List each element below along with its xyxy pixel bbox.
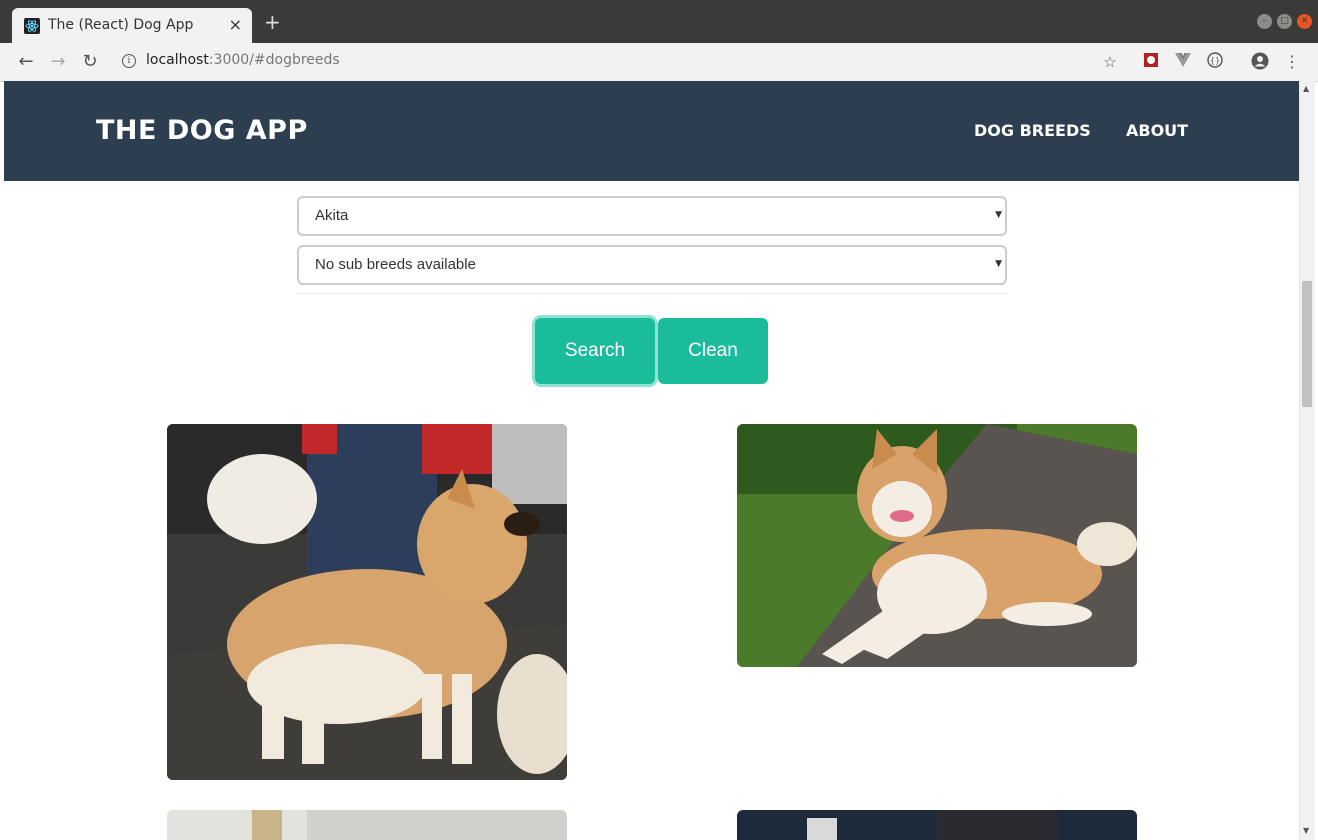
extension-icon[interactable] [1141, 52, 1161, 72]
react-icon [24, 18, 40, 34]
tab-close-icon[interactable]: × [229, 15, 242, 34]
site-info-icon[interactable]: i [122, 54, 136, 68]
new-tab-button[interactable]: + [264, 12, 281, 32]
scroll-up-arrow-icon[interactable]: ▲ [1303, 84, 1309, 93]
forward-arrow-icon[interactable]: → [47, 51, 69, 73]
app-header: THE DOG APP DOG BREEDS ABOUT [4, 81, 1299, 181]
browser-toolbar: ← → ↻ i localhost:3000/#dogbreeds ☆ {} ⋮ [0, 43, 1318, 82]
extension-circle-icon[interactable]: {} [1205, 52, 1225, 72]
form-divider [297, 293, 1007, 294]
bookmark-star-icon[interactable]: ☆ [1100, 52, 1120, 72]
clean-button[interactable]: Clean [658, 318, 768, 384]
app-brand[interactable]: THE DOG APP [96, 115, 308, 146]
account-icon[interactable] [1250, 52, 1270, 72]
back-arrow-icon[interactable]: ← [15, 51, 37, 73]
url-path: :3000/#dogbreeds [208, 52, 340, 68]
tab-title: The (React) Dog App [48, 17, 194, 33]
page-scrollbar[interactable]: ▲ ▼ [1299, 81, 1315, 840]
dog-photo [737, 810, 1137, 840]
breed-select[interactable]: Akita ▼ [297, 196, 1007, 236]
url-host: localhost [146, 52, 209, 68]
breed-select-value: Akita [315, 207, 349, 224]
vue-devtools-icon[interactable] [1173, 52, 1193, 72]
search-button[interactable]: Search [535, 318, 655, 384]
reload-icon[interactable]: ↻ [79, 51, 101, 73]
scroll-thumb[interactable] [1302, 281, 1312, 407]
nav-dog-breeds[interactable]: DOG BREEDS [974, 121, 1091, 140]
chevron-down-icon: ▼ [995, 259, 1002, 269]
dog-photo [167, 810, 567, 840]
dog-photo [167, 424, 567, 780]
scroll-down-arrow-icon[interactable]: ▼ [1303, 826, 1309, 835]
dog-photo [737, 424, 1137, 667]
chevron-down-icon: ▼ [995, 210, 1002, 220]
svg-text:{}: {} [1210, 56, 1220, 65]
minimize-button[interactable]: – [1257, 14, 1272, 29]
nav-about[interactable]: ABOUT [1126, 121, 1188, 140]
window-close-button[interactable]: ✕ [1297, 14, 1312, 29]
sub-breed-select[interactable]: No sub breeds available ▼ [297, 245, 1007, 285]
sub-breed-select-value: No sub breeds available [315, 256, 476, 273]
browser-tab-bar: The (React) Dog App × + – □ ✕ [0, 0, 1318, 43]
page-viewport: THE DOG APP DOG BREEDS ABOUT Akita ▼ No … [4, 81, 1299, 840]
browser-tab[interactable]: The (React) Dog App × [12, 8, 252, 43]
address-bar[interactable]: localhost:3000/#dogbreeds [146, 52, 340, 68]
maximize-button[interactable]: □ [1277, 14, 1292, 29]
menu-kebab-icon[interactable]: ⋮ [1282, 52, 1302, 72]
